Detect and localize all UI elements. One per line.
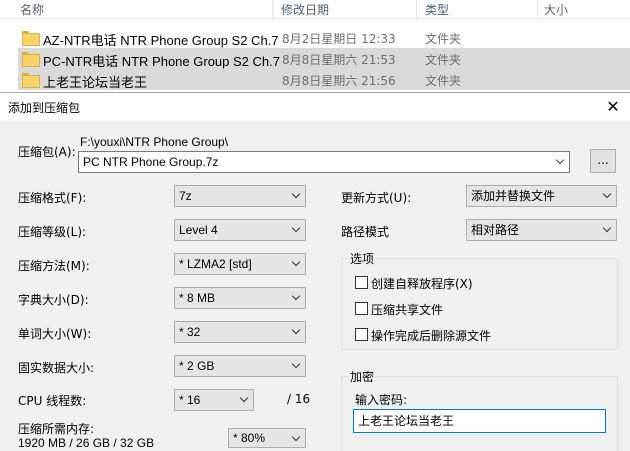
column-divider (537, 0, 538, 19)
browse-button[interactable]: ... (590, 149, 616, 173)
chevron-down-icon (292, 329, 300, 337)
chevron-down-icon (603, 193, 611, 201)
shared-label[interactable]: 压缩共享文件 (371, 301, 443, 318)
file-date: 8月8日星期六 21:56 (282, 72, 396, 89)
update-select[interactable]: 添加并替换文件 (466, 185, 617, 207)
threads-value: * 16 (179, 393, 200, 407)
file-name: PC-NTR电话 NTR Phone Group S2 Ch.7 (43, 51, 280, 70)
memory-select[interactable]: * 80% (228, 428, 306, 448)
folder-icon (22, 73, 38, 86)
file-row[interactable]: AZ-NTR电话 NTR Phone Group S2 Ch.7 8月2日星期日… (18, 27, 630, 48)
chevron-down-icon (292, 436, 300, 444)
solid-label: 固实数据大小: (18, 359, 94, 376)
pathmode-label: 路径模式 (341, 223, 389, 240)
update-label: 更新方式(U): (341, 189, 411, 206)
archive-path: F:\youxi\NTR Phone Group\ (80, 135, 228, 149)
column-size[interactable]: 大小 (544, 1, 568, 18)
solid-select[interactable]: * 2 GB (174, 355, 306, 377)
password-value: 上老王论坛当老王 (358, 414, 454, 428)
method-select[interactable]: * LZMA2 [std] (174, 253, 306, 275)
sfx-checkbox[interactable] (355, 276, 368, 289)
folder-icon (22, 31, 38, 44)
level-label: 压缩等级(L): (18, 223, 86, 240)
chevron-down-icon (292, 295, 300, 303)
chevron-down-icon[interactable] (556, 159, 564, 167)
memory-label: 压缩所需内存: (18, 420, 94, 437)
dict-value: * 8 MB (179, 291, 215, 305)
shared-checkbox[interactable] (355, 302, 368, 315)
dict-select[interactable]: * 8 MB (174, 287, 306, 309)
update-value: 添加并替换文件 (471, 189, 555, 203)
level-value: Level 4 (179, 223, 218, 237)
file-type: 文件夹 (425, 30, 461, 47)
file-row[interactable]: 上老王论坛当老王 8月8日星期六 21:56 文件夹 (18, 69, 630, 90)
column-type[interactable]: 类型 (425, 1, 449, 18)
delete-checkbox[interactable] (355, 328, 368, 341)
word-label: 单词大小(W): (18, 325, 91, 342)
column-header-row: 名称 修改日期 类型 大小 (0, 0, 630, 19)
method-label: 压缩方法(M): (18, 257, 90, 274)
memory-detail: 1920 MB / 26 GB / 32 GB (18, 436, 154, 450)
file-date: 8月8日星期六 21:53 (282, 51, 396, 68)
column-divider (416, 0, 417, 19)
word-select[interactable]: * 32 (174, 321, 306, 343)
word-value: * 32 (179, 325, 200, 339)
dialog-title: 添加到压缩包 (8, 99, 80, 116)
pathmode-select[interactable]: 相对路径 (466, 219, 617, 241)
column-divider (272, 0, 273, 19)
threads-max: / 16 (287, 392, 310, 406)
format-select[interactable]: 7z (174, 185, 306, 207)
sfx-label[interactable]: 创建自释放程序(X) (371, 275, 473, 292)
file-date: 8月2日星期日 12:33 (282, 30, 396, 47)
encryption-title: 加密 (348, 368, 376, 385)
dialog-titlebar[interactable]: 添加到压缩包 ✕ (0, 93, 630, 121)
password-input[interactable]: 上老王论坛当老王 (353, 409, 606, 433)
file-row[interactable]: PC-NTR电话 NTR Phone Group S2 Ch.7 8月8日星期六… (18, 48, 630, 69)
column-name[interactable]: 名称 (20, 1, 44, 18)
folder-icon (22, 52, 38, 65)
format-value: 7z (179, 189, 192, 203)
threads-label: CPU 线程数: (18, 392, 86, 409)
archive-name-combo[interactable]: PC NTR Phone Group.7z (78, 151, 570, 173)
close-icon[interactable]: ✕ (596, 93, 630, 121)
file-name: 上老王论坛当老王 (43, 72, 147, 91)
chevron-down-icon (603, 227, 611, 235)
add-to-archive-dialog: 添加到压缩包 ✕ 压缩包(A): F:\youxi\NTR Phone Grou… (0, 92, 630, 451)
chevron-down-icon (292, 363, 300, 371)
file-type: 文件夹 (425, 72, 461, 89)
chevron-down-icon (240, 397, 248, 405)
format-label: 压缩格式(F): (18, 189, 86, 206)
archive-name-value: PC NTR Phone Group.7z (83, 155, 218, 169)
options-title: 选项 (348, 250, 376, 267)
dict-label: 字典大小(D): (18, 291, 89, 308)
solid-value: * 2 GB (179, 359, 214, 373)
archive-label: 压缩包(A): (18, 143, 76, 160)
file-type: 文件夹 (425, 51, 461, 68)
chevron-down-icon (292, 193, 300, 201)
threads-select[interactable]: * 16 (174, 389, 254, 411)
level-select[interactable]: Level 4 (174, 219, 306, 241)
delete-label[interactable]: 操作完成后删除源文件 (371, 327, 491, 344)
pathmode-value: 相对路径 (471, 223, 519, 237)
method-value: * LZMA2 [std] (179, 257, 252, 271)
memory-value: * 80% (233, 431, 265, 445)
file-name: AZ-NTR电话 NTR Phone Group S2 Ch.7 (43, 30, 279, 49)
chevron-down-icon (292, 227, 300, 235)
password-label: 输入密码: (355, 391, 407, 408)
chevron-down-icon (292, 261, 300, 269)
file-list: 名称 修改日期 类型 大小 AZ-NTR电话 NTR Phone Group S… (0, 0, 630, 92)
column-modified[interactable]: 修改日期 (281, 1, 329, 18)
